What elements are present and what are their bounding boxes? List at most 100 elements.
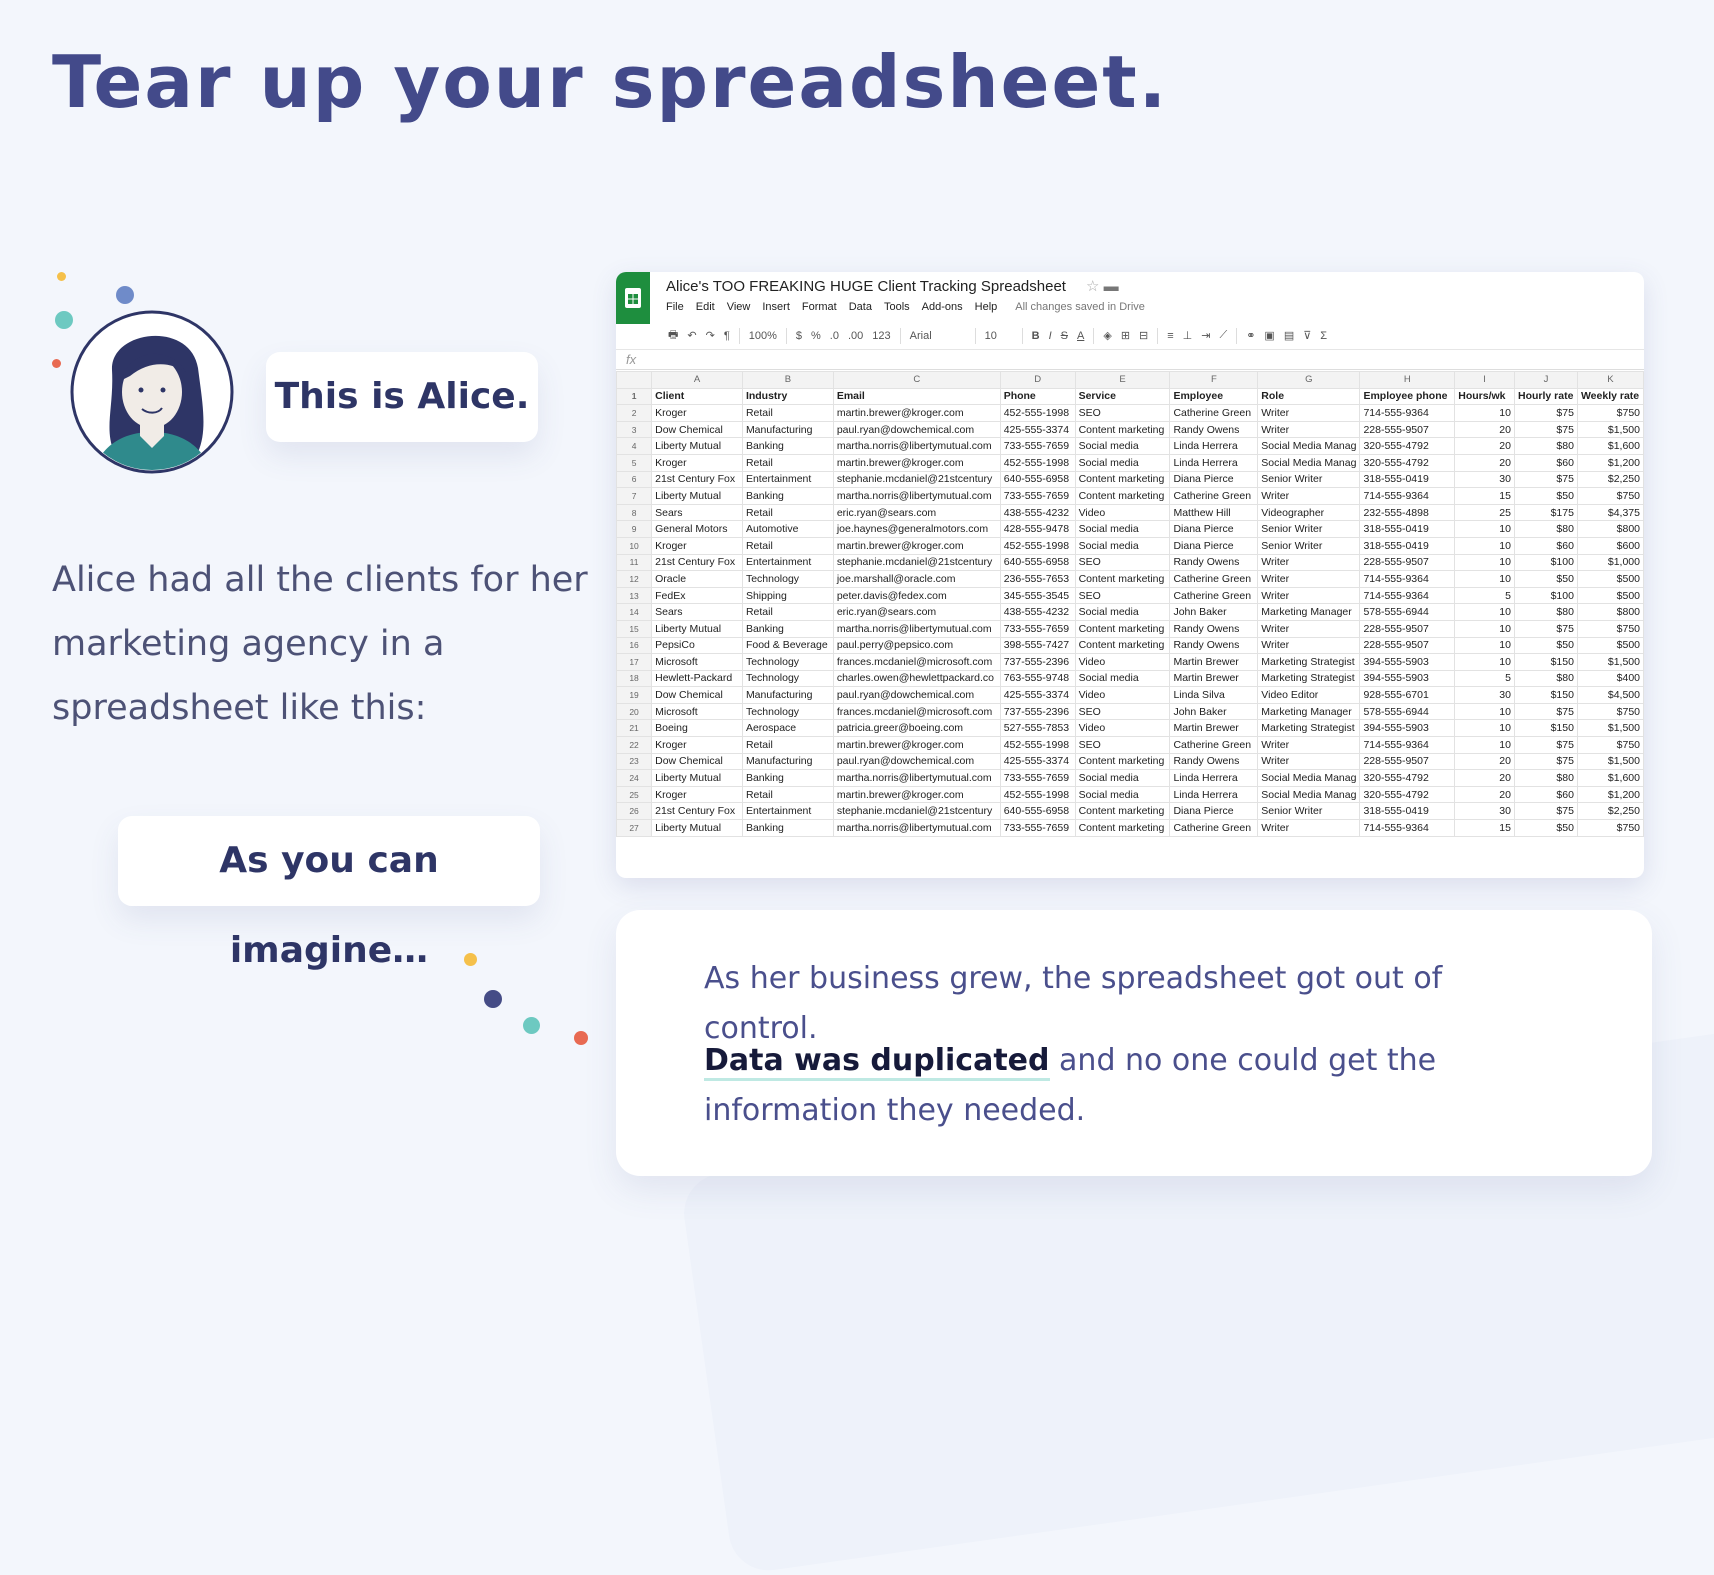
table-cell[interactable]: peter.davis@fedex.com bbox=[832, 586, 1001, 605]
table-cell[interactable]: 425-555-3374 bbox=[999, 686, 1076, 704]
table-cell[interactable]: Randy Owens bbox=[1169, 752, 1259, 771]
table-cell[interactable]: 428-555-9478 bbox=[999, 520, 1076, 538]
table-cell[interactable]: Content marketing bbox=[1074, 636, 1171, 655]
table-cell[interactable]: Banking bbox=[741, 487, 834, 505]
menu-file[interactable]: File bbox=[666, 301, 684, 313]
table-cell[interactable]: Catherine Green bbox=[1169, 819, 1259, 837]
table-cell[interactable]: Aerospace bbox=[741, 719, 834, 738]
table-cell[interactable]: Social media bbox=[1074, 669, 1171, 688]
table-cell[interactable]: Video bbox=[1074, 719, 1171, 738]
table-cell[interactable]: $75 bbox=[1513, 736, 1578, 754]
table-cell[interactable]: Content marketing bbox=[1074, 619, 1171, 638]
table-cell[interactable]: Dow Chemical bbox=[651, 752, 743, 771]
font-size-select[interactable]: 10 bbox=[985, 330, 1013, 342]
table-cell[interactable]: martin.brewer@kroger.com bbox=[832, 404, 1001, 422]
table-cell[interactable]: $80 bbox=[1513, 603, 1578, 621]
menu-insert[interactable]: Insert bbox=[762, 301, 790, 313]
table-cell[interactable]: Retail bbox=[741, 785, 834, 804]
menu-edit[interactable]: Edit bbox=[696, 301, 715, 313]
table-cell[interactable]: 228-555-9507 bbox=[1359, 553, 1456, 572]
table-cell[interactable]: Senior Writer bbox=[1257, 802, 1361, 821]
table-cell[interactable]: 394-555-5903 bbox=[1359, 669, 1456, 688]
bold-icon[interactable]: B bbox=[1032, 330, 1040, 342]
row-number[interactable]: 18 bbox=[616, 669, 653, 688]
table-cell[interactable]: Manufacturing bbox=[741, 420, 834, 439]
table-cell[interactable]: Kroger bbox=[651, 453, 743, 472]
table-cell[interactable]: 714-555-9364 bbox=[1359, 404, 1456, 422]
table-cell[interactable]: Randy Owens bbox=[1169, 420, 1259, 439]
table-cell[interactable]: paul.ryan@dowchemical.com bbox=[832, 752, 1001, 771]
header-cell[interactable]: Role bbox=[1257, 387, 1361, 406]
table-cell[interactable]: 228-555-9507 bbox=[1359, 636, 1456, 655]
table-cell[interactable]: Hewlett-Packard bbox=[651, 669, 743, 688]
table-cell[interactable]: martin.brewer@kroger.com bbox=[832, 736, 1001, 754]
table-cell[interactable]: 527-555-7853 bbox=[999, 719, 1076, 738]
table-cell[interactable]: joe.marshall@oracle.com bbox=[832, 570, 1001, 588]
menu-view[interactable]: View bbox=[727, 301, 751, 313]
table-cell[interactable]: 5 bbox=[1454, 669, 1515, 688]
decrease-decimal-button[interactable]: .0 bbox=[830, 330, 839, 342]
table-cell[interactable]: paul.ryan@dowchemical.com bbox=[832, 686, 1001, 704]
table-cell[interactable]: Kroger bbox=[651, 736, 743, 754]
table-cell[interactable]: Videographer bbox=[1257, 503, 1361, 522]
table-cell[interactable]: $75 bbox=[1513, 470, 1578, 489]
fill-color-icon[interactable]: ◈ bbox=[1103, 329, 1111, 342]
table-cell[interactable]: Randy Owens bbox=[1169, 553, 1259, 572]
column-header[interactable]: D bbox=[999, 371, 1076, 389]
text-color-icon[interactable]: A bbox=[1077, 330, 1084, 342]
table-cell[interactable]: Writer bbox=[1257, 819, 1361, 837]
column-header[interactable]: F bbox=[1169, 371, 1259, 389]
row-number[interactable]: 15 bbox=[616, 619, 653, 638]
table-cell[interactable]: Content marketing bbox=[1074, 420, 1171, 439]
table-cell[interactable]: martin.brewer@kroger.com bbox=[832, 785, 1001, 804]
table-cell[interactable]: Catherine Green bbox=[1169, 570, 1259, 588]
row-number[interactable]: 11 bbox=[616, 553, 653, 572]
table-cell[interactable]: Martin Brewer bbox=[1169, 653, 1259, 671]
table-cell[interactable]: $1,500 bbox=[1576, 653, 1644, 671]
table-cell[interactable]: 228-555-9507 bbox=[1359, 752, 1456, 771]
table-cell[interactable]: $600 bbox=[1576, 536, 1644, 555]
functions-icon[interactable]: Σ bbox=[1320, 330, 1327, 342]
table-cell[interactable]: Retail bbox=[741, 736, 834, 754]
table-cell[interactable]: Entertainment bbox=[741, 470, 834, 489]
table-cell[interactable]: 236-555-7653 bbox=[999, 570, 1076, 588]
table-cell[interactable]: $500 bbox=[1576, 586, 1644, 605]
increase-decimal-button[interactable]: .00 bbox=[848, 330, 863, 342]
row-number[interactable]: 25 bbox=[616, 785, 653, 804]
row-number[interactable]: 21 bbox=[616, 719, 653, 738]
table-cell[interactable]: Microsoft bbox=[651, 653, 743, 671]
header-cell[interactable]: Hours/wk bbox=[1454, 387, 1515, 406]
table-cell[interactable]: frances.mcdaniel@microsoft.com bbox=[832, 653, 1001, 671]
table-cell[interactable]: $1,600 bbox=[1576, 437, 1644, 455]
table-cell[interactable]: 452-555-1998 bbox=[999, 785, 1076, 804]
header-cell[interactable]: Service bbox=[1074, 387, 1171, 406]
table-cell[interactable]: 21st Century Fox bbox=[651, 553, 743, 572]
table-cell[interactable]: stephanie.mcdaniel@21stcentury bbox=[832, 470, 1001, 489]
folder-icon[interactable]: ▬ bbox=[1104, 278, 1119, 295]
table-cell[interactable]: 318-555-0419 bbox=[1359, 470, 1456, 489]
table-cell[interactable]: Writer bbox=[1257, 553, 1361, 572]
table-cell[interactable]: Writer bbox=[1257, 570, 1361, 588]
table-cell[interactable]: Marketing Strategist bbox=[1257, 653, 1361, 671]
table-cell[interactable]: 640-555-6958 bbox=[999, 470, 1076, 489]
table-cell[interactable]: stephanie.mcdaniel@21stcentury bbox=[832, 553, 1001, 572]
redo-icon[interactable]: ↷ bbox=[706, 329, 715, 342]
table-cell[interactable]: frances.mcdaniel@microsoft.com bbox=[832, 702, 1001, 721]
row-number[interactable]: 8 bbox=[616, 503, 653, 522]
table-cell[interactable]: $750 bbox=[1576, 819, 1644, 837]
menu-tools[interactable]: Tools bbox=[884, 301, 910, 313]
table-cell[interactable]: Social Media Manag bbox=[1257, 453, 1361, 472]
table-cell[interactable]: Content marketing bbox=[1074, 570, 1171, 588]
table-cell[interactable]: 733-555-7659 bbox=[999, 819, 1076, 837]
table-cell[interactable]: Diana Pierce bbox=[1169, 470, 1259, 489]
table-cell[interactable]: $75 bbox=[1513, 802, 1578, 821]
table-cell[interactable]: Randy Owens bbox=[1169, 619, 1259, 638]
table-cell[interactable]: 452-555-1998 bbox=[999, 736, 1076, 754]
table-cell[interactable]: 232-555-4898 bbox=[1359, 503, 1456, 522]
table-cell[interactable]: 20 bbox=[1454, 785, 1515, 804]
table-cell[interactable]: 394-555-5903 bbox=[1359, 653, 1456, 671]
row-number[interactable]: 5 bbox=[616, 453, 653, 472]
table-cell[interactable]: 438-555-4232 bbox=[999, 603, 1076, 621]
table-cell[interactable]: 714-555-9364 bbox=[1359, 570, 1456, 588]
table-cell[interactable]: $50 bbox=[1513, 636, 1578, 655]
